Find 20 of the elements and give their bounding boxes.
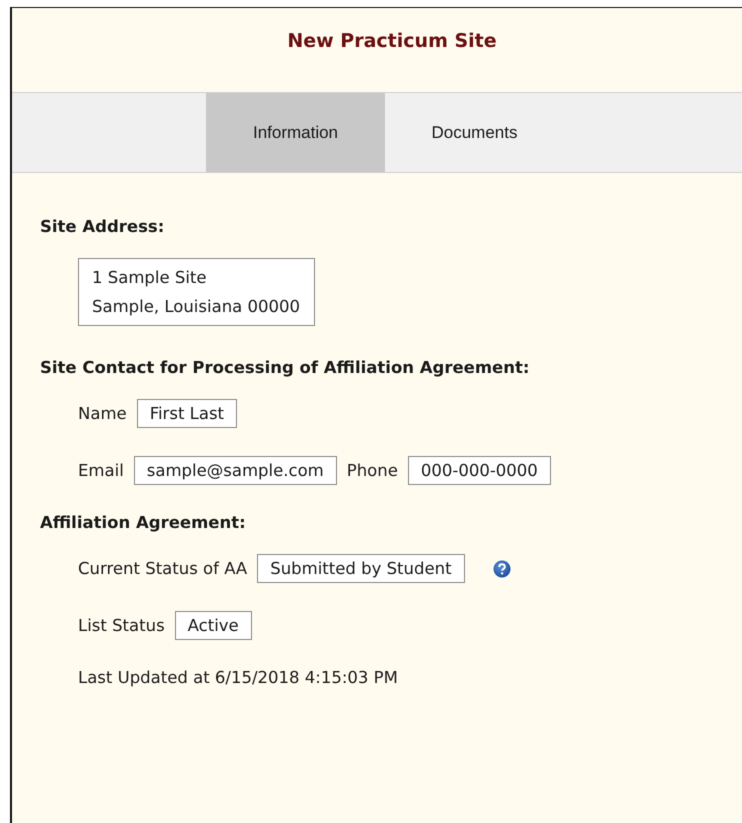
value-box: sample@sample.com (134, 456, 337, 485)
tab[interactable]: Documents (385, 93, 564, 172)
field-label: Phone (346, 461, 398, 480)
value-box: Active (174, 611, 252, 640)
value-box: 000-000-0000 (408, 456, 551, 485)
field-label: Current Status of AA (78, 559, 248, 578)
field-label: Email (78, 461, 124, 480)
address-line: 1 Sample Site (92, 267, 208, 289)
value-box: Submitted by Student (257, 554, 465, 583)
section-heading: Site Contact for Processing of Affiliation Agreement: (40, 358, 530, 377)
address-line: Sample, Louisiana 00000 (92, 296, 300, 318)
section-heading: Affiliation Agreement: (40, 513, 247, 532)
tab[interactable]: Information (206, 93, 385, 172)
section-heading: Site Address: (40, 217, 166, 236)
field-label: List Status (78, 616, 165, 635)
last-updated-text: Last Updated at 6/15/2018 4:15:03 PM (78, 668, 399, 687)
help-icon[interactable] (492, 560, 511, 578)
field-label: Name (78, 404, 127, 423)
panel-title: New Practicum Site (286, 29, 498, 54)
value-box: First Last (136, 399, 238, 428)
